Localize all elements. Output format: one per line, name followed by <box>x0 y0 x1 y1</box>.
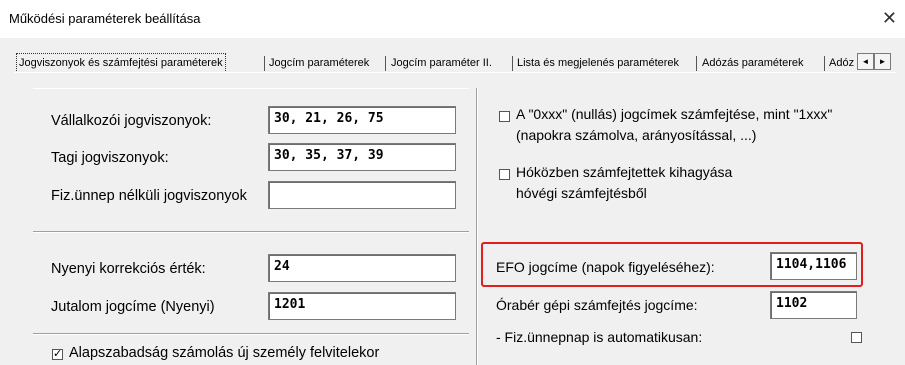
close-icon[interactable]: ✕ <box>882 9 897 27</box>
tab-lista-megjelenes[interactable]: Lista és megjelenés paraméterek <box>517 52 679 74</box>
vallalkozoi-field[interactable]: 30, 21, 26, 75 <box>268 106 456 134</box>
nyenyi-korr-field[interactable]: 24 <box>268 254 456 282</box>
hokozben-label-line1: Hóközben számfejtettek kihagyása <box>516 164 733 180</box>
tab-page-top-border <box>14 72 896 73</box>
fizunnep-field[interactable] <box>268 181 456 209</box>
tab-jogcim-parameter-ii[interactable]: Jogcím paraméter II. <box>391 52 492 74</box>
nullas-label-line1: A "0xxx" (nullás) jogcímek számfejtése, … <box>516 106 833 122</box>
vertical-divider-light <box>477 88 478 365</box>
window-title: Működési paraméterek beállítása <box>9 11 201 26</box>
tab-adoz-truncated[interactable]: Adóz <box>829 52 857 74</box>
tagi-field[interactable]: 30, 35, 37, 39 <box>268 143 456 171</box>
tagi-label: Tagi jogviszonyok: <box>51 150 169 166</box>
title-bar: Működési paraméterek beállítása ✕ <box>0 0 905 38</box>
tab-separator <box>264 56 265 71</box>
tab-scroll-right-icon[interactable]: ► <box>874 53 891 70</box>
fizunnep-auto-label: - Fiz.ünnepnap is automatikusan: <box>496 329 703 345</box>
jutalom-field[interactable]: 1201 <box>268 292 456 320</box>
left-group-divider-light <box>33 232 469 233</box>
oraber-field[interactable]: 1102 <box>770 291 857 319</box>
nullas-label-line2: (napokra számolva, arányosítással, ...) <box>516 127 757 143</box>
tab-separator <box>824 56 825 71</box>
fizunnep-label: Fiz.ünnep nélküli jogviszonyok <box>51 188 247 204</box>
tab-scroll-left-icon[interactable]: ◄ <box>857 53 874 70</box>
tab-separator <box>385 56 386 71</box>
left-group-top-edge <box>33 88 469 89</box>
alapszab-label: Alapszabadság számolás új személy felvit… <box>69 345 380 361</box>
oraber-label: Órabér gépi számfejtés jogcíme: <box>496 297 698 313</box>
tab-separator <box>512 56 513 71</box>
fizunnep-auto-checkbox[interactable] <box>851 332 862 343</box>
left-group-divider-2-light <box>33 334 469 335</box>
highlight-box <box>481 242 863 287</box>
vallalkozoi-label: Vállalkozói jogviszonyok: <box>51 113 212 129</box>
alapszab-checkbox[interactable]: ✓ <box>52 349 63 360</box>
hokozben-checkbox[interactable] <box>499 169 510 180</box>
nyenyi-korr-label: Nyenyi korrekciós érték: <box>51 261 206 277</box>
jutalom-label: Jutalom jogcíme (Nyenyi) <box>51 299 215 315</box>
tab-adozas-parameterek[interactable]: Adózás paraméterek <box>702 52 804 74</box>
hokozben-label-line2: hóvégi számfejtésből <box>516 185 647 201</box>
tab-jogviszonyok[interactable]: Jogviszonyok és számfejtési paraméterek <box>16 53 226 73</box>
nullas-checkbox[interactable] <box>499 111 510 122</box>
tab-separator <box>696 56 697 71</box>
tab-jogcim-parameterek[interactable]: Jogcím paraméterek <box>269 52 369 74</box>
